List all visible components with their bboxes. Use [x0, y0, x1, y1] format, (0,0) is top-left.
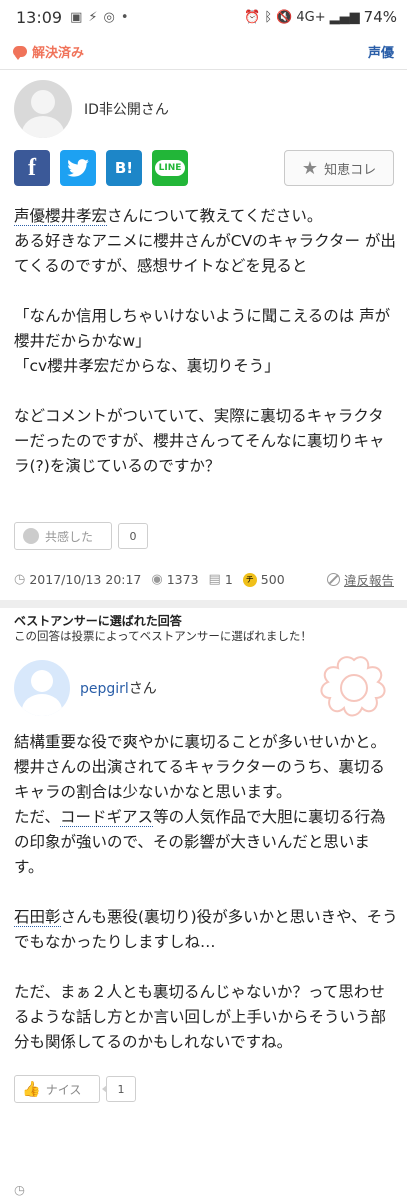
resolved-badge: 解決済み: [13, 42, 84, 61]
gallery-icon: ▣: [70, 9, 83, 25]
author-name: ID非公開さん: [84, 102, 169, 118]
report-label: 違反報告: [343, 573, 394, 588]
answer-count: ▤ 1: [209, 572, 233, 587]
question-line: [14, 379, 398, 404]
question-line: 「なんか信用しちゃいけないように聞こえるのは 声が櫻井だからかなw」: [14, 307, 391, 350]
empathy-count: 0: [118, 523, 148, 549]
empathy-label: 共感した: [45, 529, 94, 544]
view-count: ◉ 1373: [151, 572, 198, 587]
clock-icon: ◷: [14, 1181, 25, 1197]
nice-label: ナイス: [45, 1082, 82, 1097]
linked-term[interactable]: 櫻井孝宏: [45, 207, 108, 226]
coin-reward: チ 500: [242, 572, 285, 587]
answer-body: 結構重要な役で爽やかに裏切ることが多いせいかと。 櫻井さんの出演されてるキャラク…: [14, 730, 398, 1055]
empathy-button[interactable]: 共感した: [14, 522, 112, 550]
question-meta: ◷ 2017/10/13 20:17 ◉ 1373 ▤ 1 チ 500 違反報告: [14, 570, 394, 589]
best-answer-title: ベストアンサーに選ばれた回答: [14, 614, 182, 628]
linked-term[interactable]: 石田彰: [14, 908, 61, 927]
question-body: 声優櫻井孝宏さんについて教えてください。 ある好きなアニメに櫻井さんがCVのキャ…: [14, 204, 398, 479]
linked-term[interactable]: 声優: [14, 207, 46, 226]
author-suffix: さん: [128, 681, 157, 697]
status-bar: 13:09 ▣ ⚡ ◎ • ⏰ ᛒ 🔇 4G+ ▂▄▆ 74%: [0, 0, 407, 34]
mute-icon: 🔇: [276, 9, 293, 25]
fitness-icon: ⚡: [88, 9, 98, 25]
speech-bubble-icon: [13, 46, 27, 60]
twitter-share-button[interactable]: [60, 150, 96, 186]
answer-line-rest: さんも悪役(裏切り)役が多いかと思いきや、そうでもなかったりしますしね…: [14, 908, 398, 951]
signal-icon: ▂▄▆: [329, 9, 360, 25]
answer-meta-cutoff: ◷: [14, 1178, 394, 1200]
clock-icon: ◷: [14, 572, 26, 587]
question-line: 「cv櫻井孝宏だからな、裏切りそう」: [14, 357, 280, 375]
answer-author: pepgirlさん: [14, 660, 157, 716]
eye-icon: ◉: [151, 572, 163, 587]
post-date-value: 2017/10/13 20:17: [29, 572, 142, 587]
best-answer-stamp-icon: [320, 656, 386, 717]
question-line-rest: さんについて教えてください。: [107, 207, 323, 225]
network-label: 4G+: [296, 9, 326, 25]
facebook-icon: f: [28, 154, 36, 181]
coin-icon: チ: [242, 572, 257, 587]
question-line: [14, 279, 398, 304]
best-answer-subtitle: この回答は投票によってベストアンサーに選ばれました！: [14, 629, 312, 643]
answer-line: 石田彰さんも悪役(裏切り)役が多いかと思いきや、そうでもなかったりしますしね…: [14, 905, 398, 955]
answerer-username-link[interactable]: pepgirl: [80, 681, 129, 697]
answer-line: [14, 880, 398, 905]
view-count-value: 1373: [166, 572, 199, 587]
nice-button[interactable]: 👍 ナイス: [14, 1075, 100, 1103]
hatena-icon: B!: [114, 159, 134, 177]
thumbs-up-icon: 👍: [22, 1080, 41, 1098]
status-right: ⏰ ᛒ 🔇 4G+ ▂▄▆ 74%: [244, 8, 397, 26]
question-line: 声優櫻井孝宏さんについて教えてください。: [14, 204, 398, 229]
question-author: ID非公開さん: [14, 80, 169, 138]
post-date: ◷ 2017/10/13 20:17: [14, 572, 141, 587]
dot-icon: •: [120, 9, 129, 25]
question-line: などコメントがついていて、実際に裏切るキャラクターだったのですが、櫻井さんってそ…: [14, 407, 385, 475]
alarm-icon: ⏰: [244, 9, 261, 25]
comment-icon: ▤: [208, 572, 221, 587]
twitter-bird-icon: [67, 159, 89, 177]
nice-area: 👍 ナイス 1: [14, 1075, 136, 1103]
hatena-bookmark-button[interactable]: B!: [106, 150, 142, 186]
chie-collection-button[interactable]: ★ 知恵コレ: [284, 150, 394, 186]
badge-icon: ◎: [103, 9, 115, 25]
answer-line: 櫻井さんの出演されてるキャラクターのうち、裏切るキャラの割合は少ないかなと思いま…: [14, 758, 385, 801]
answer-author-name: pepgirlさん: [80, 678, 157, 698]
answer-line-start: ただ、: [14, 808, 61, 826]
resolved-label: 解決済み: [32, 46, 85, 61]
star-icon: ★: [301, 157, 319, 179]
answer-count-value: 1: [224, 572, 233, 587]
smile-icon: [23, 528, 39, 544]
report-link[interactable]: 違反報告: [326, 570, 394, 589]
answer-line: [14, 955, 398, 980]
facebook-share-button[interactable]: f: [14, 150, 50, 186]
chie-label: 知恵コレ: [324, 162, 377, 178]
nice-count: 1: [102, 1076, 136, 1102]
avatar: [14, 80, 72, 138]
answer-line: 結構重要な役で爽やかに裏切ることが多いせいかと。: [14, 733, 387, 751]
battery-level: 74%: [363, 8, 397, 26]
avatar: [14, 660, 70, 716]
question-line: ある好きなアニメに櫻井さんがCVのキャラクター が出てくるのですが、感想サイトな…: [14, 232, 396, 275]
answer-line: ただ、コードギアス等の人気作品で大胆に裏切る行為の印象が強いので、その影響が大き…: [14, 805, 398, 880]
prohibited-icon: [326, 573, 340, 586]
section-divider: [0, 600, 407, 608]
status-time: 13:09: [16, 7, 63, 27]
line-share-button[interactable]: LINE: [152, 150, 188, 186]
answer-line: ただ、まぁ２人とも裏切るんじゃないか？って思わせるような話し方とか言い回しが上手…: [14, 983, 387, 1051]
coin-value: 500: [260, 572, 285, 587]
empathy-area: 共感した 0: [14, 522, 148, 550]
bluetooth-icon: ᛒ: [264, 9, 273, 25]
question-header: 解決済み 声優: [0, 34, 407, 70]
linked-term[interactable]: コードギアス: [60, 808, 154, 827]
share-buttons: f B! LINE: [14, 150, 188, 186]
category-link[interactable]: 声優: [368, 42, 394, 61]
line-icon: LINE: [154, 160, 186, 176]
